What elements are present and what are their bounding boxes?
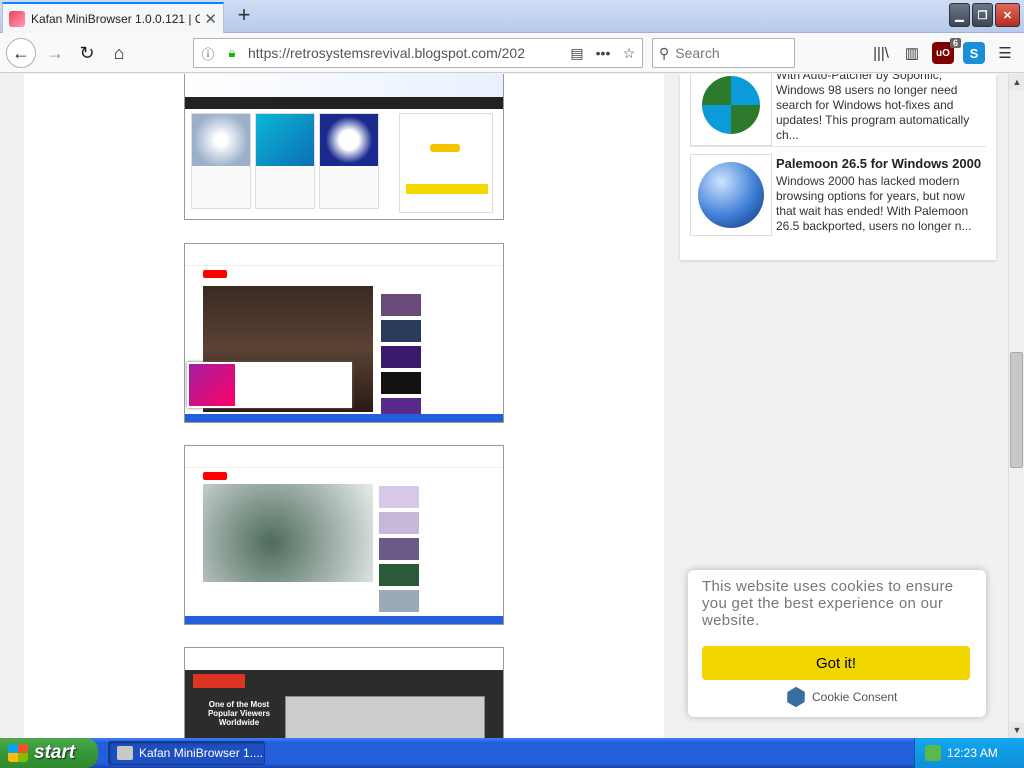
home-button[interactable]: ⌂	[104, 38, 134, 68]
ublock-icon[interactable]: uO 6	[932, 38, 961, 64]
related-videos	[379, 486, 499, 616]
scroll-thumb[interactable]	[1010, 352, 1023, 468]
search-input[interactable]: ⚲ Search	[652, 38, 795, 68]
screenshot-blog[interactable]	[184, 74, 504, 220]
irfanview-site: One of the Most Popular Viewers Worldwid…	[185, 670, 503, 738]
title-bar: Kafan MiniBrowser 1.0.0.121 | Ope ✕ + ▁ …	[0, 0, 1024, 33]
irfanview-headline: One of the Most Popular Viewers Worldwid…	[207, 700, 271, 727]
scroll-up-icon[interactable]: ▲	[1009, 74, 1024, 90]
taskbar-item-browser[interactable]: Kafan MiniBrowser 1....	[108, 741, 265, 765]
library-icon[interactable]: |||\	[870, 42, 892, 64]
toolbar-extensions: |||\ ▥ uO 6 S ☰	[870, 38, 1016, 68]
blog-aside	[399, 113, 493, 213]
lock-icon[interactable]: 🔒︎	[222, 45, 242, 61]
got-it-button[interactable]: Got it!	[702, 646, 970, 680]
video-frame	[203, 484, 373, 582]
post-snippet: Windows 2000 has lacked modern browsing …	[776, 174, 972, 233]
refresh-arrows-icon	[702, 76, 760, 134]
cookie-consent-logo-icon	[782, 683, 809, 710]
youtube-logo-icon	[203, 472, 227, 480]
blog-post: One of the Most Popular Viewers Worldwid…	[24, 74, 664, 738]
post-snippet: With Auto-Patcher by Soporific, Windows …	[776, 74, 970, 142]
screenshot-youtube-lotus[interactable]	[184, 445, 504, 625]
network-icon[interactable]	[925, 745, 941, 761]
minimize-button[interactable]: ▁	[949, 3, 970, 27]
restore-button[interactable]: ❐	[972, 3, 993, 27]
home-icon: ⌂	[113, 42, 125, 63]
forward-button[interactable]: →	[40, 38, 70, 68]
bookmark-star-icon[interactable]: ☆	[616, 45, 642, 62]
reader-view-icon[interactable]: ▤	[564, 45, 590, 62]
skype-icon[interactable]: S	[963, 42, 985, 64]
info-icon[interactable]: ⓘ	[198, 44, 218, 63]
url-text[interactable]: https://retrosystemsrevival.blogspot.com…	[248, 45, 564, 61]
start-button[interactable]: start	[0, 738, 98, 768]
nav-toolbar: ← → ↻ ⌂ ⓘ 🔒︎ https://retrosystemsrevival…	[0, 33, 1024, 73]
palemoon-globe-icon	[698, 162, 764, 228]
youtube-logo-icon	[203, 270, 227, 278]
blog-nav	[185, 97, 503, 109]
popular-posts-widget: With Auto-Patcher by Soporific, Windows …	[680, 74, 996, 260]
close-tab-icon[interactable]: ✕	[204, 10, 217, 28]
windows-flag-icon	[8, 744, 28, 762]
ublock-badge: 6	[949, 38, 961, 48]
tab-title: Kafan MiniBrowser 1.0.0.121 | Ope	[31, 11, 201, 26]
screenshot-youtube-movie[interactable]	[184, 243, 504, 423]
window-controls: ▁ ❐ ✕	[949, 3, 1020, 27]
taskbar-item-label: Kafan MiniBrowser 1....	[139, 746, 264, 760]
system-tray: 12:23 AM	[914, 738, 1024, 768]
arrow-left-icon: ←	[12, 42, 30, 63]
hamburger-menu-icon[interactable]: ☰	[994, 42, 1016, 64]
tab-favicon-icon	[9, 10, 25, 27]
windows-taskbar: start Kafan MiniBrowser 1.... 12:23 AM	[0, 738, 1024, 768]
cookie-consent-brand[interactable]: Cookie Consent	[786, 687, 897, 707]
post-title[interactable]: Palemoon 26.5 for Windows 2000	[776, 156, 986, 171]
start-label: start	[34, 742, 76, 763]
search-icon: ⚲	[659, 44, 670, 61]
post-thumbnail[interactable]	[690, 154, 772, 236]
browser-tab[interactable]: Kafan MiniBrowser 1.0.0.121 | Ope ✕	[2, 2, 224, 33]
back-button[interactable]: ←	[6, 38, 36, 68]
browser-app-icon	[117, 746, 133, 760]
search-placeholder: Search	[675, 45, 720, 61]
irfanview-window	[285, 696, 485, 738]
related-videos	[381, 294, 501, 422]
address-bar[interactable]: ⓘ 🔒︎ https://retrosystemsrevival.blogspo…	[193, 38, 643, 68]
scroll-down-icon[interactable]: ▼	[1009, 722, 1024, 738]
reload-button[interactable]: ↻	[72, 38, 102, 68]
cookie-consent-popup: This website uses cookies to ensure you …	[688, 570, 986, 717]
cookie-consent-label: Cookie Consent	[812, 690, 898, 704]
sidebar-icon[interactable]: ▥	[901, 42, 923, 64]
youtube-tv-popup	[187, 362, 352, 408]
page-scrollbar[interactable]: ▲ ▼	[1008, 74, 1024, 738]
screenshot-irfanview[interactable]: One of the Most Popular Viewers Worldwid…	[184, 647, 504, 738]
page-actions-icon[interactable]: •••	[590, 45, 616, 61]
reload-icon: ↻	[79, 42, 95, 63]
close-window-button[interactable]: ✕	[995, 3, 1020, 27]
blog-banner	[185, 74, 503, 97]
arrow-right-icon: →	[46, 42, 64, 63]
clock[interactable]: 12:23 AM	[947, 746, 998, 760]
post-thumbnail[interactable]	[690, 74, 772, 146]
new-tab-button[interactable]: +	[232, 4, 256, 28]
irfanview-logo-icon	[193, 674, 245, 688]
cookie-message: This website uses cookies to ensure you …	[702, 578, 954, 629]
divider	[690, 146, 986, 147]
